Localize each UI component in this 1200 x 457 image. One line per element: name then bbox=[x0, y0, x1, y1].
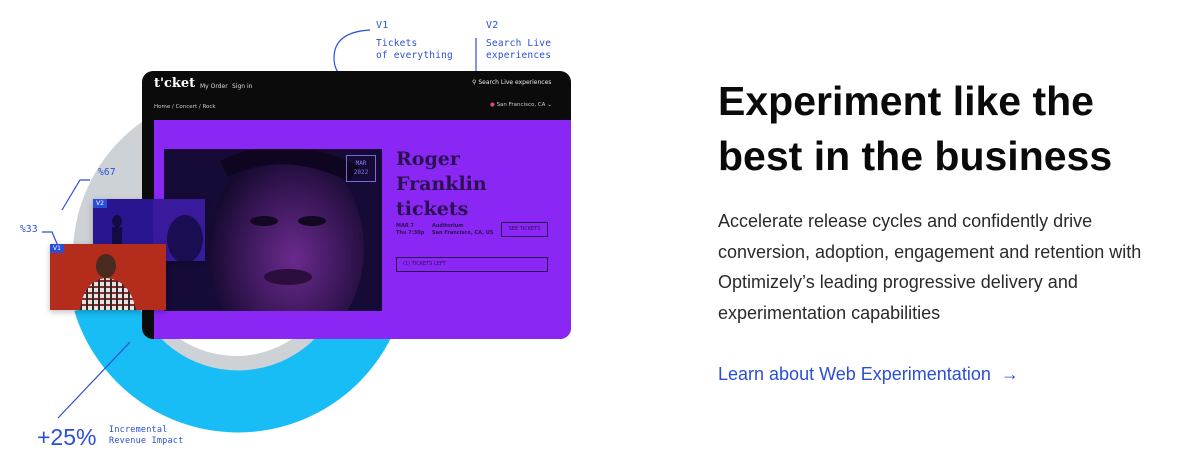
mockup-logo: t'cket bbox=[154, 76, 196, 91]
mockup-location-text: San Francisco, CA bbox=[496, 102, 546, 108]
mockup-search-text: Search Live experiences bbox=[478, 79, 552, 86]
v1-annotation-line1: Tickets bbox=[376, 38, 418, 49]
event-venue-line2: San Francisco, CA, US bbox=[432, 230, 494, 236]
arrow-right-icon: → bbox=[1000, 364, 1019, 384]
v1-annotation-line2: of everything bbox=[376, 50, 453, 61]
mockup-location[interactable]: ● San Francisco, CA ⌄ bbox=[490, 102, 552, 108]
v1-annotation: V1 Tickets of everything bbox=[376, 20, 453, 62]
event-date-box: MAR 2022 bbox=[346, 155, 376, 182]
mockup-nav-sign-in[interactable]: Sign in bbox=[232, 83, 252, 90]
v1-thumbnail-image bbox=[50, 244, 166, 310]
impact-value: +25% bbox=[37, 424, 97, 450]
search-icon: ⚲ bbox=[472, 79, 477, 86]
section-description: Accelerate release cycles and confidentl… bbox=[718, 206, 1188, 328]
tickets-left-button[interactable]: (1) TICKETS LEFT bbox=[396, 257, 548, 272]
pct67-label: %67 bbox=[98, 167, 116, 178]
event-date-line1: MAR 7 bbox=[396, 223, 414, 229]
description-line3: Optimizely’s leading progressive deliver… bbox=[718, 272, 1078, 292]
heading-line1: Experiment like the bbox=[718, 78, 1094, 124]
v2-annotation-line2: experiences bbox=[486, 50, 552, 61]
impact-caption: Incremental Revenue Impact bbox=[109, 425, 183, 447]
browser-mockup: t'cket My Order Sign in ⚲ Search Live ex… bbox=[142, 71, 571, 339]
impact-caption-line1: Incremental bbox=[109, 425, 168, 435]
pct33-label: %33 bbox=[20, 224, 38, 235]
event-venue-line1: Auditorium bbox=[432, 223, 464, 229]
heading-line2: best in the business bbox=[718, 133, 1113, 179]
v2-tag: V2 bbox=[93, 199, 107, 208]
v2-annotation-line1: Search Live bbox=[486, 38, 552, 49]
event-date-detail: MAR 7 Thu 7:30p bbox=[396, 223, 424, 237]
description-line2: conversion, adoption, engagement and ret… bbox=[718, 241, 1142, 262]
v1-annotation-tag: V1 bbox=[376, 20, 389, 31]
event-date-line2: Thu 7:30p bbox=[396, 230, 425, 236]
event-date-year: 2022 bbox=[353, 169, 369, 176]
section-heading: Experiment like the best in the business bbox=[718, 74, 1178, 184]
cta-label: Learn about Web Experimentation bbox=[718, 364, 991, 384]
description-line4: experimentation capabilities bbox=[718, 302, 941, 323]
mockup-search[interactable]: ⚲ Search Live experiences bbox=[472, 79, 551, 86]
mockup-topbar: t'cket My Order Sign in ⚲ Search Live ex… bbox=[142, 71, 571, 97]
chevron-down-icon: ⌄ bbox=[547, 102, 552, 108]
learn-web-experimentation-link[interactable]: Learn about Web Experimentation → bbox=[718, 364, 1019, 385]
event-venue-detail: Auditorium San Francisco, CA, US bbox=[432, 223, 493, 237]
variant-v1-thumbnail: V1 bbox=[50, 244, 166, 310]
description-line1: Accelerate release cycles and confidentl… bbox=[718, 211, 1093, 231]
event-date-month: MAR bbox=[355, 160, 367, 167]
see-tickets-button[interactable]: SEE TICKETS bbox=[501, 222, 548, 237]
location-pin-icon: ● bbox=[490, 102, 495, 108]
mockup-nav-my-order[interactable]: My Order bbox=[200, 83, 228, 90]
mockup-breadcrumb: Home / Concert / Rock bbox=[154, 104, 216, 110]
event-title: Roger Franklin tickets bbox=[396, 148, 487, 220]
v2-annotation: V2 Search Live experiences bbox=[486, 20, 551, 62]
v2-annotation-tag: V2 bbox=[486, 20, 499, 31]
v1-tag: V1 bbox=[50, 244, 64, 253]
impact-caption-line2: Revenue Impact bbox=[109, 436, 184, 446]
